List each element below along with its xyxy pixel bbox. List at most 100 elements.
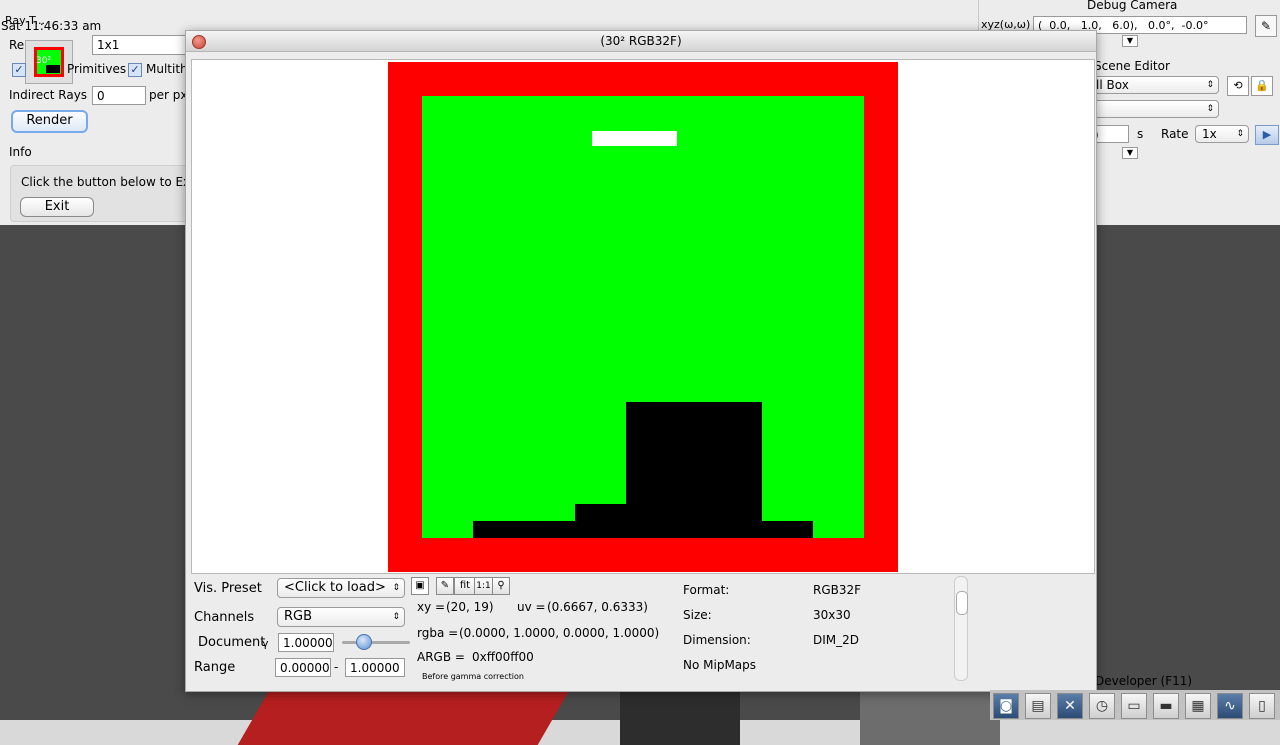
image-field-green xyxy=(422,96,864,538)
image-block-tall xyxy=(626,402,762,538)
collapse-camera-icon[interactable]: ▼ xyxy=(1122,35,1138,47)
pin-icon[interactable]: ⚲ xyxy=(492,577,510,595)
xy-label: xy = xyxy=(417,600,446,614)
window-title: (30² RGB32F) xyxy=(600,34,682,48)
image-block-base xyxy=(473,521,813,538)
size-label: Size: xyxy=(683,608,712,622)
channels-value: RGB xyxy=(284,609,313,624)
exit-button[interactable]: Exit xyxy=(20,197,94,217)
uv-value: (0.6667, 0.6333) xyxy=(547,600,648,614)
rate-label: Rate xyxy=(1161,127,1189,141)
time-unit: s xyxy=(1137,127,1144,141)
rate-select[interactable]: 1x ⇕ xyxy=(1195,125,1249,143)
vis-preset-label: Vis. Preset xyxy=(194,581,262,596)
gamma-slider-thumb[interactable] xyxy=(355,634,372,650)
fit-button[interactable]: fit xyxy=(454,577,476,595)
dimension-label: Dimension: xyxy=(683,633,751,647)
terminal-icon[interactable]: ▬ xyxy=(1153,693,1179,719)
indirect-rays-input[interactable]: 0 xyxy=(92,86,146,105)
channels-select[interactable]: RGB ⇕ xyxy=(277,607,405,627)
pencil-icon[interactable]: ✎ xyxy=(1255,15,1277,37)
camera-icon[interactable]: ◙ xyxy=(993,693,1019,719)
debug-camera-title: Debug Camera xyxy=(1087,0,1178,12)
range-dash: - xyxy=(334,660,339,674)
primitives-label: Primitives xyxy=(67,62,127,76)
ray-trace-panel: Ray T... Sat 11:46:33 am Re 30² 1x1 ✓ Pr… xyxy=(0,0,200,225)
scene-red-shape xyxy=(237,685,573,745)
argb-label: ARGB = xyxy=(417,650,465,664)
thumbnail-image: 30² xyxy=(34,47,64,77)
eyedropper-icon[interactable]: ✎ xyxy=(436,577,454,595)
xy-value: (20, 19) xyxy=(446,600,494,614)
updown-arrow-icon: ⇕ xyxy=(1206,80,1214,90)
range-label: Range xyxy=(194,660,236,675)
clock-icon[interactable]: ◷ xyxy=(1089,693,1115,719)
save-icon[interactable]: ▣ xyxy=(411,577,429,595)
clapper-icon[interactable]: ▤ xyxy=(1025,693,1051,719)
updown-arrow-icon: ⇕ xyxy=(1206,104,1214,114)
per-px-label: per px xyxy=(149,88,188,102)
image-border-red xyxy=(388,62,898,572)
image-light-strip xyxy=(592,131,677,146)
tools-icon[interactable]: ✕ xyxy=(1057,693,1083,719)
thumbnail-object xyxy=(46,65,60,73)
rate-select-value: 1x xyxy=(1202,127,1217,141)
developer-label: Developer (F11) xyxy=(1095,674,1193,688)
scrollbar-thumb[interactable] xyxy=(956,591,968,615)
checkbox-a[interactable]: ✓ xyxy=(12,63,26,77)
lock-icon[interactable]: 🔒 xyxy=(1251,76,1273,96)
system-clock: Sat 11:46:33 am xyxy=(1,19,102,33)
document-label: Document xyxy=(198,635,266,650)
updown-arrow-icon: ⇕ xyxy=(392,583,400,593)
scene-select[interactable]: ll Box ⇕ xyxy=(1089,76,1219,94)
window-titlebar[interactable]: (30² RGB32F) xyxy=(186,31,1096,52)
render-button[interactable]: Render xyxy=(11,110,88,133)
scene-select-value: ll Box xyxy=(1096,78,1129,92)
vis-preset-value: <Click to load> xyxy=(284,580,386,595)
thumbnail-label: 30² xyxy=(36,56,52,66)
mipmaps-label: No MipMaps xyxy=(683,658,757,672)
vis-preset-select[interactable]: <Click to load> ⇕ xyxy=(277,578,405,598)
collapse-scene-icon[interactable]: ▼ xyxy=(1122,147,1138,159)
gamma-note: Before gamma correction xyxy=(422,672,524,681)
close-icon[interactable] xyxy=(192,35,206,49)
play-icon[interactable]: ▶ xyxy=(1255,125,1279,145)
gamma-symbol: γ xyxy=(262,637,269,650)
resolution-dropdown[interactable]: 1x1 xyxy=(92,35,192,55)
entity-select[interactable]: ⇕ xyxy=(1089,100,1219,118)
note-icon[interactable]: ▭ xyxy=(1121,693,1147,719)
gamma-input[interactable]: 1.00000 xyxy=(278,633,334,652)
info-text: Click the button below to Exit xyxy=(21,175,199,189)
info-scrollbar[interactable] xyxy=(954,576,968,681)
rgba-value: (0.0000, 1.0000, 0.0000, 1.0000) xyxy=(459,626,660,640)
reload-icon[interactable]: ⟲ xyxy=(1227,76,1249,96)
multithread-checkbox[interactable]: ✓ xyxy=(128,63,142,77)
rgba-label: rgba = xyxy=(417,626,459,640)
document-icon[interactable]: ▯ xyxy=(1249,693,1275,719)
format-value: RGB32F xyxy=(813,583,862,597)
multithread-label: Multith xyxy=(146,62,188,76)
image-viewer-window: (30² RGB32F) Vis. Preset <Click to load>… xyxy=(185,30,1097,692)
indirect-rays-label: Indirect Rays xyxy=(9,88,88,102)
scene-editor-title: Scene Editor xyxy=(1094,59,1170,73)
windows-icon[interactable]: ▦ xyxy=(1185,693,1211,719)
graph-icon[interactable]: ∿ xyxy=(1217,693,1243,719)
resolution-label: Re xyxy=(9,38,25,52)
argb-value: 0xff00ff00 xyxy=(472,650,534,664)
range-max-input[interactable]: 1.00000 xyxy=(345,658,405,677)
gamma-slider-track[interactable] xyxy=(342,641,410,644)
image-canvas[interactable] xyxy=(191,59,1095,574)
one-to-one-button[interactable]: 1:1 xyxy=(474,577,493,595)
dimension-value: DIM_2D xyxy=(813,633,860,647)
range-min-input[interactable]: 0.00000 xyxy=(275,658,331,677)
developer-toolbar: ◙ ▤ ✕ ◷ ▭ ▬ ▦ ∿ ▯ xyxy=(990,690,1280,720)
thumbnail-frame[interactable]: 30² xyxy=(25,40,73,84)
info-label: Info xyxy=(9,145,32,159)
size-value: 30x30 xyxy=(813,608,851,622)
updown-arrow-icon: ⇕ xyxy=(392,612,400,622)
uv-label: uv = xyxy=(517,600,546,614)
updown-arrow-icon: ⇕ xyxy=(1236,129,1244,139)
info-box: Click the button below to Exit Exit xyxy=(10,165,199,222)
channels-label: Channels xyxy=(194,610,255,625)
format-label: Format: xyxy=(683,583,730,597)
